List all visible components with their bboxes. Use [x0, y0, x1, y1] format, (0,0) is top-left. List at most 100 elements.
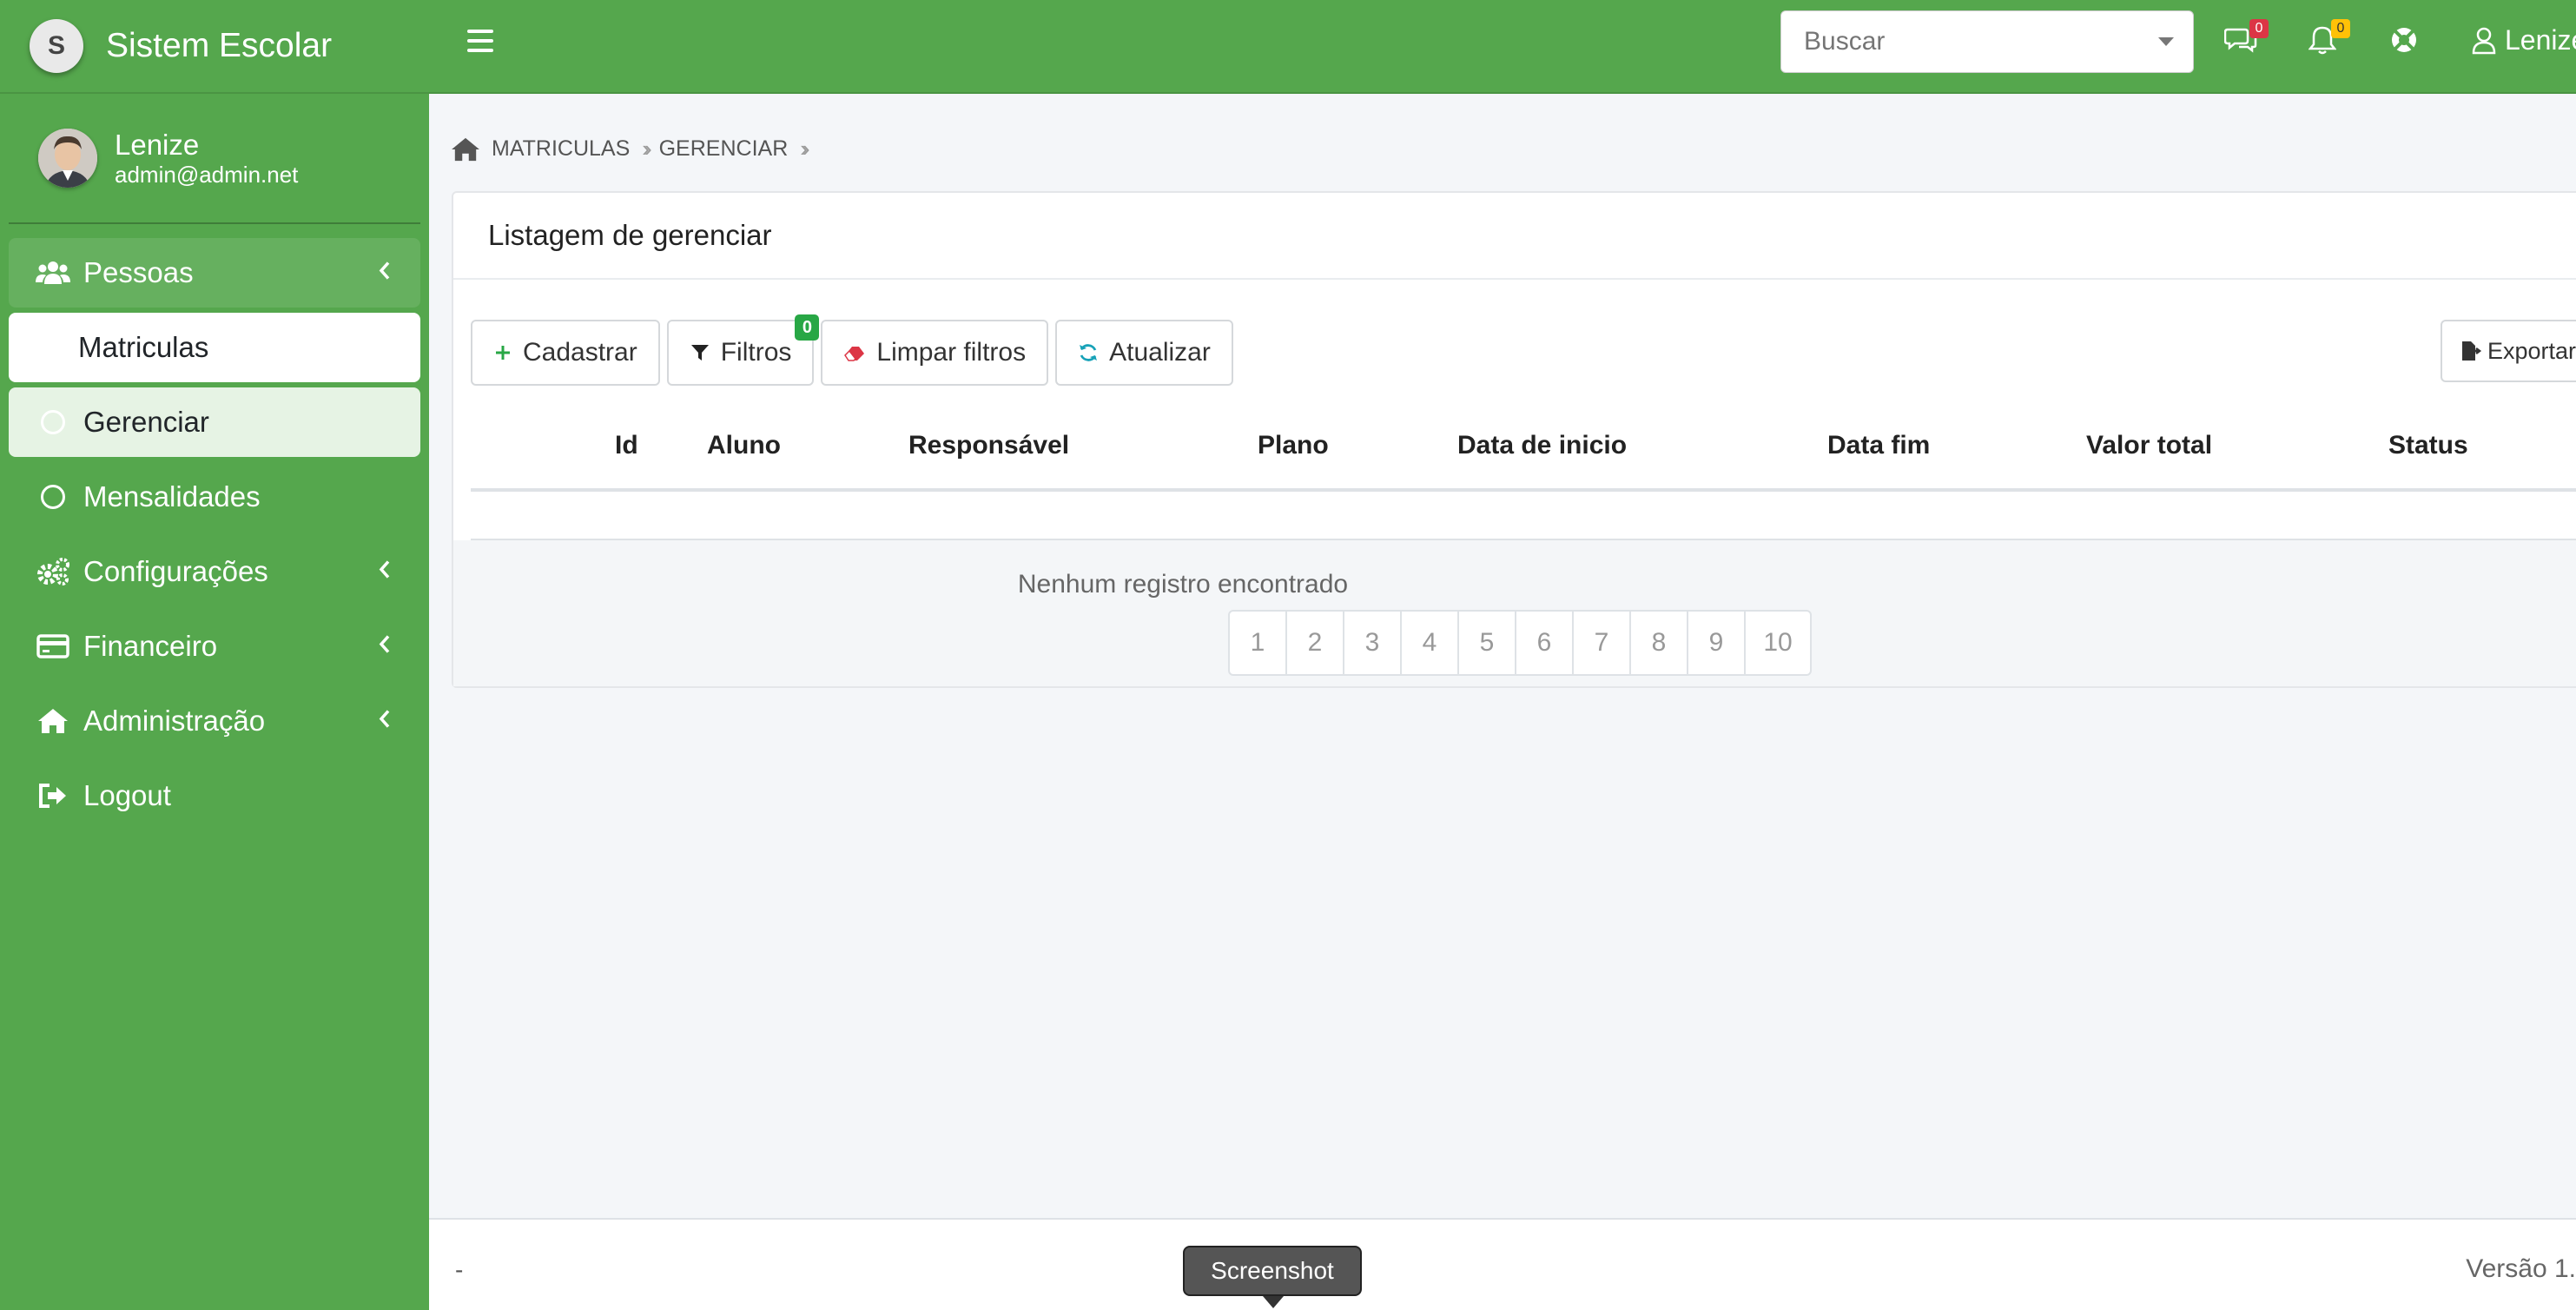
filters-count-badge: 0 — [795, 314, 820, 341]
sidebar-nav: Pessoas Matriculas Gerenciar Mensalidade… — [0, 224, 429, 850]
add-button[interactable]: Cadastrar — [471, 320, 660, 386]
column-header-data-fim[interactable]: Data fim — [1827, 431, 1930, 460]
home-icon — [35, 705, 71, 737]
main-content: MATRICULAS ›› GERENCIAR ›› Listagem de g… — [429, 94, 2576, 1218]
user-panel: Lenize admin@admin.net — [9, 94, 420, 224]
page-link[interactable]: 8 — [1631, 612, 1688, 674]
cogs-icon — [35, 556, 71, 587]
column-header-id[interactable]: Id — [615, 431, 638, 460]
page-link[interactable]: 3 — [1344, 612, 1402, 674]
page-footer: - Versão 1. — [429, 1218, 2576, 1310]
list-card: Listagem de gerenciar Cadastrar Filtros … — [452, 191, 2576, 688]
sidebar: S Sistem Escolar Lenize admin@admin.net … — [0, 0, 429, 1310]
sidebar-item-configuracoes[interactable]: Configurações — [9, 537, 420, 606]
column-header-status[interactable]: Status — [2388, 431, 2468, 460]
page-link[interactable]: 9 — [1688, 612, 1746, 674]
table-footer: Nenhum registro encontrado 1 2 3 4 5 6 7… — [453, 540, 2576, 686]
page-link[interactable]: 7 — [1574, 612, 1631, 674]
page-link[interactable]: 4 — [1402, 612, 1459, 674]
breadcrumb: MATRICULAS ›› GERENCIAR ›› — [450, 136, 817, 162]
notifications-badge: 0 — [2331, 19, 2350, 38]
column-header-plano[interactable]: Plano — [1258, 431, 1329, 460]
double-chevron-icon: ›› — [642, 136, 652, 162]
sign-out-icon — [35, 780, 71, 811]
page-link[interactable]: 1 — [1230, 612, 1287, 674]
column-header-data-inicio[interactable]: Data de inicio — [1457, 431, 1627, 460]
users-icon — [35, 257, 71, 288]
refresh-button[interactable]: Atualizar — [1055, 320, 1233, 386]
brand-logo: S — [30, 19, 83, 73]
breadcrumb-item[interactable]: GERENCIAR — [659, 136, 789, 162]
sidebar-item-gerenciar[interactable]: Gerenciar — [9, 387, 420, 457]
life-ring-icon — [2389, 25, 2419, 59]
sidebar-item-administracao[interactable]: Administração — [9, 686, 420, 756]
sidebar-item-label: Financeiro — [83, 630, 218, 662]
table-body — [471, 492, 2576, 540]
chevron-left-icon — [379, 633, 391, 660]
sidebar-item-matriculas[interactable]: Matriculas — [9, 313, 420, 382]
page-link[interactable]: 6 — [1516, 612, 1574, 674]
brand-link[interactable]: S Sistem Escolar — [0, 0, 429, 94]
credit-card-icon — [35, 631, 71, 662]
plus-icon — [493, 343, 512, 362]
top-navbar: 0 0 Lenize — [429, 0, 2576, 94]
user-icon — [2472, 27, 2496, 54]
table-header: Id Aluno Responsável Plano Data de inici… — [471, 405, 2576, 492]
page-link[interactable]: 5 — [1459, 612, 1516, 674]
data-table: Id Aluno Responsável Plano Data de inici… — [471, 405, 2576, 540]
page-link[interactable]: 2 — [1287, 612, 1344, 674]
card-title: Listagem de gerenciar — [453, 193, 2576, 280]
menu-toggle-icon[interactable] — [467, 30, 493, 52]
messages-button[interactable]: 0 — [2223, 19, 2269, 59]
sidebar-item-label: Logout — [83, 779, 171, 811]
search-select[interactable] — [1780, 10, 2194, 73]
chevron-left-icon — [379, 559, 391, 586]
clear-filters-button[interactable]: Limpar filtros — [821, 320, 1049, 386]
export-button-label: Exportar — [2487, 337, 2576, 364]
circle-icon — [35, 481, 71, 513]
pagination: 1 2 3 4 5 6 7 8 9 10 — [1228, 610, 1812, 676]
refresh-button-label: Atualizar — [1109, 338, 1211, 367]
sidebar-item-logout[interactable]: Logout — [9, 761, 420, 830]
filters-button[interactable]: Filtros 0 — [666, 314, 820, 386]
clear-filters-label: Limpar filtros — [876, 338, 1027, 367]
user-name[interactable]: Lenize — [115, 129, 298, 162]
breadcrumb-item[interactable]: MATRICULAS — [492, 136, 630, 162]
column-header-valor-total[interactable]: Valor total — [2086, 431, 2212, 460]
add-button-label: Cadastrar — [523, 338, 637, 367]
empty-message: Nenhum registro encontrado — [1017, 570, 1349, 599]
sidebar-item-label: Administração — [83, 705, 266, 737]
sidebar-item-label: Matriculas — [78, 331, 209, 363]
sidebar-item-label: Mensalidades — [83, 480, 261, 513]
chevron-left-icon — [379, 708, 391, 735]
chevron-left-icon — [379, 260, 391, 287]
user-menu[interactable]: Lenize — [2472, 24, 2576, 56]
search-input[interactable] — [1781, 11, 2193, 72]
user-email: admin@admin.net — [115, 162, 299, 188]
sidebar-item-mensalidades[interactable]: Mensalidades — [9, 462, 420, 532]
home-icon[interactable] — [450, 136, 481, 162]
brand-name: Sistem Escolar — [106, 27, 333, 64]
toolbar: Cadastrar Filtros 0 Limpar filtros Atual… — [471, 314, 1240, 386]
filters-button-label: Filtros — [720, 338, 792, 367]
circle-icon — [35, 407, 71, 438]
column-header-responsavel[interactable]: Responsável — [908, 431, 1069, 460]
sidebar-item-label: Pessoas — [83, 256, 194, 288]
column-header-aluno[interactable]: Aluno — [707, 431, 781, 460]
notifications-button[interactable]: 0 — [2305, 19, 2350, 59]
screenshot-tooltip: Screenshot — [1183, 1246, 1362, 1308]
sidebar-item-label: Gerenciar — [83, 406, 209, 438]
filter-icon — [690, 342, 710, 363]
refresh-icon — [1078, 342, 1099, 363]
export-button[interactable]: Exportar — [2440, 320, 2576, 382]
user-avatar[interactable] — [38, 129, 97, 188]
page-link[interactable]: 10 — [1746, 612, 1810, 674]
support-button[interactable] — [2387, 24, 2421, 59]
user-menu-label: Lenize — [2505, 24, 2576, 56]
double-chevron-icon: ›› — [800, 136, 810, 162]
caret-down-icon — [2158, 37, 2174, 46]
sidebar-item-pessoas[interactable]: Pessoas — [9, 238, 420, 308]
sidebar-item-financeiro[interactable]: Financeiro — [9, 612, 420, 681]
footer-left-text: - — [455, 1256, 464, 1283]
file-export-icon — [2460, 340, 2482, 362]
